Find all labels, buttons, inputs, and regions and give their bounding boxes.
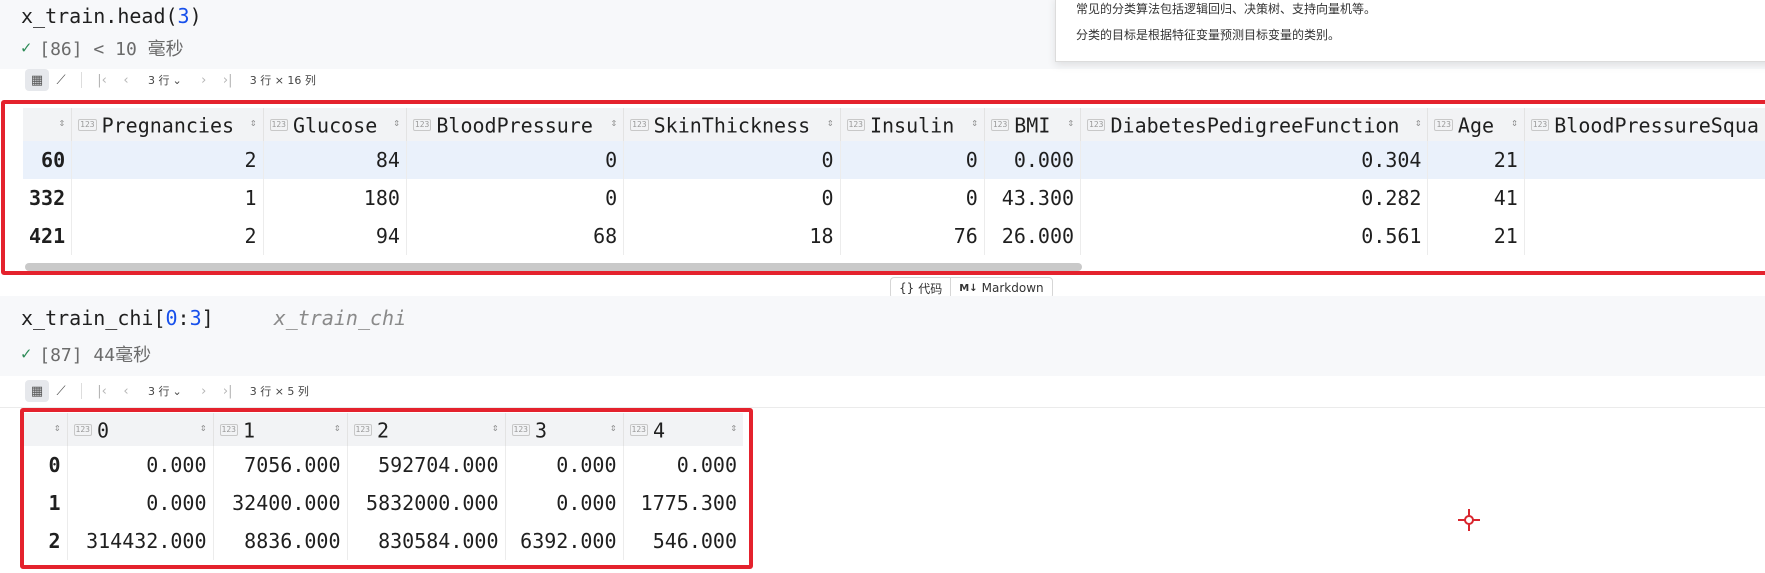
table-view-icon[interactable]: ▦ (25, 69, 49, 91)
code-label: 代码 (918, 281, 943, 296)
code-text: x_train_chi[ (21, 306, 166, 330)
highlight-frame (20, 408, 753, 569)
chevron-down-icon: ⌄ (172, 73, 182, 87)
inline-variable-hint: x_train_chi (273, 306, 407, 330)
doc-popup-line: 常见的分类算法包括逻辑回归、决策树、支持向量机等。 (1076, 2, 1377, 16)
code-number-literal: 0 (165, 306, 178, 330)
add-code-cell-button[interactable]: {} 代码 (891, 278, 950, 298)
toolbar-divider (81, 72, 82, 88)
prev-page-icon[interactable]: ‹ (114, 69, 138, 91)
cell2-output-toolbar: ▦ ⟋ |‹ ‹ 3 行 ⌄ › ›| 3 行 × 5 列 (25, 378, 309, 404)
braces-icon: {} (899, 281, 915, 295)
next-page-icon[interactable]: › (192, 69, 216, 91)
markdown-label: Markdown (981, 281, 1044, 295)
cell2-code-line[interactable]: x_train_chi[0:3] x_train_chi (21, 306, 406, 330)
rows-per-page-select[interactable]: 3 行 ⌄ (148, 72, 182, 88)
add-markdown-cell-button[interactable]: M↓ Markdown (950, 278, 1051, 298)
last-page-icon[interactable]: ›| (216, 69, 240, 91)
code-text: ] (201, 306, 214, 330)
checkmark-icon: ✓ (21, 344, 32, 364)
rows-select-label: 3 行 (148, 74, 170, 87)
first-page-icon[interactable]: |‹ (90, 380, 114, 402)
code-text: : (177, 306, 190, 330)
chart-view-icon[interactable]: ⟋ (49, 380, 73, 402)
cell1-output-toolbar: ▦ ⟋ |‹ ‹ 3 行 ⌄ › ›| 3 行 × 16 列 (25, 67, 316, 93)
execution-info: [87] 44毫秒 (39, 345, 152, 366)
rows-select-label: 3 行 (148, 385, 170, 398)
crosshair-cursor-icon (1458, 509, 1480, 531)
cell2-execution-status: ✓ [87] 44毫秒 (21, 341, 151, 367)
last-page-icon[interactable]: ›| (216, 380, 240, 402)
code-number-literal: 3 (177, 4, 190, 28)
rows-per-page-select[interactable]: 3 行 ⌄ (148, 383, 182, 399)
chart-view-icon[interactable]: ⟋ (49, 69, 73, 91)
cell1-code-line[interactable]: x_train.head(3) (21, 4, 202, 28)
first-page-icon[interactable]: |‹ (90, 69, 114, 91)
toolbar-divider (81, 383, 82, 399)
table-view-icon[interactable]: ▦ (25, 380, 49, 402)
next-page-icon[interactable]: › (192, 380, 216, 402)
code-number-literal: 3 (189, 306, 202, 330)
markdown-icon: M↓ (959, 282, 978, 294)
prev-page-icon[interactable]: ‹ (114, 380, 138, 402)
execution-info: [86] < 10 毫秒 (39, 39, 184, 60)
cell1-execution-status: ✓ [86] < 10 毫秒 (21, 35, 184, 61)
dataframe-shape: 3 行 × 16 列 (249, 74, 316, 87)
highlight-frame (1, 100, 1765, 275)
code-text: ) (189, 4, 202, 28)
checkmark-icon: ✓ (21, 38, 32, 58)
chevron-down-icon: ⌄ (172, 384, 182, 398)
code-text: x_train.head( (21, 4, 178, 28)
doc-popup-line: 分类的目标是根据特征变量预测目标变量的类别。 (1076, 28, 1341, 42)
dataframe-shape: 3 行 × 5 列 (249, 385, 309, 398)
documentation-popup: 常见的分类算法包括逻辑回归、决策树、支持向量机等。 分类的目标是根据特征变量预测… (1055, 0, 1765, 62)
